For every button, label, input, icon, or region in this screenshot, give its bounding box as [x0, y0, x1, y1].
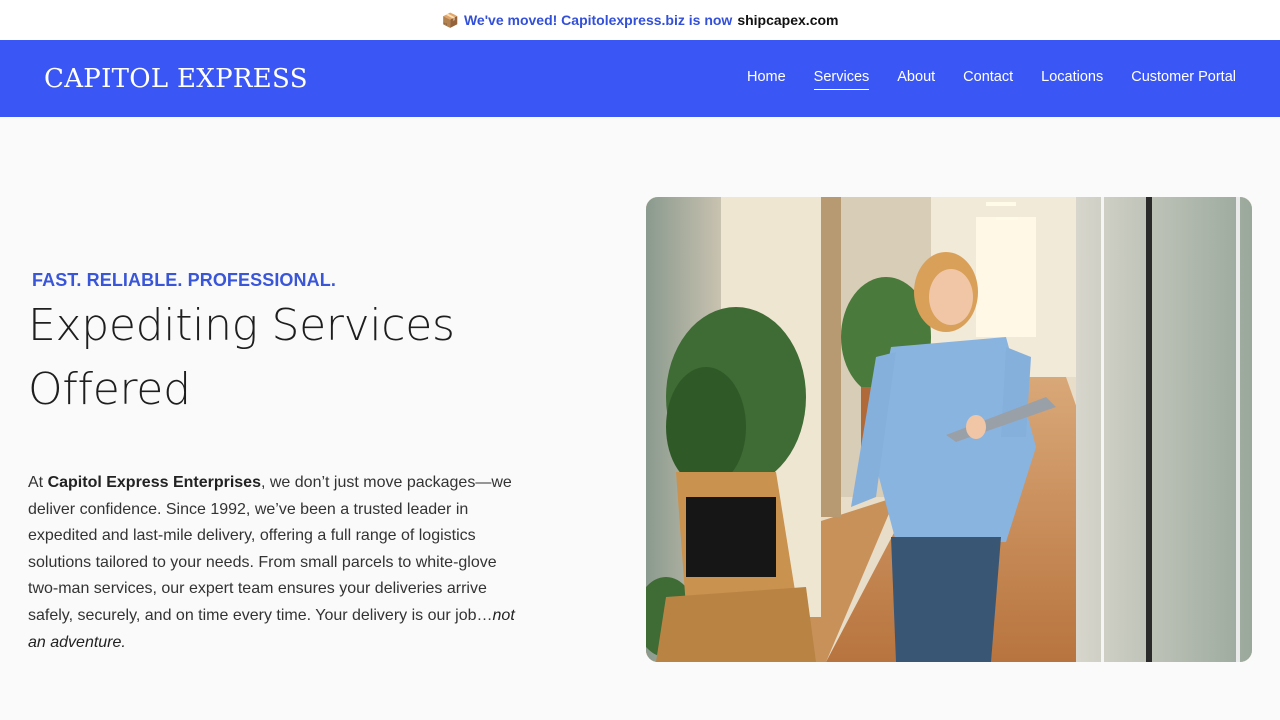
hero-description: At Capitol Express Enterprises, we don’t…: [28, 470, 528, 656]
hero-tagline: FAST. RELIABLE. PROFESSIONAL.: [32, 270, 336, 290]
desc-body: , we don’t just move packages—we deliver…: [28, 474, 512, 624]
nav-customer-portal[interactable]: Customer Portal: [1131, 67, 1236, 90]
new-domain-link[interactable]: shipcapex.com: [737, 12, 838, 28]
page-title: Expediting Services Offered: [28, 294, 548, 422]
page-title-line1: Expediting Services: [28, 300, 455, 351]
main-nav: Home Services About Contact Locations Cu…: [747, 67, 1236, 90]
nav-services[interactable]: Services: [813, 67, 870, 90]
hero-photo: [646, 197, 1252, 662]
announcement-bar: 📦 We've moved! Capitolexpress.biz is now…: [0, 0, 1280, 40]
page-title-line2: Offered: [28, 364, 191, 415]
hero-text: FAST. RELIABLE. PROFESSIONAL. Expediting…: [28, 270, 548, 656]
site-logo[interactable]: CAPITOL EXPRESS: [44, 64, 308, 94]
package-icon: 📦: [441, 12, 459, 28]
nav-contact[interactable]: Contact: [963, 67, 1013, 90]
nav-home[interactable]: Home: [747, 67, 786, 90]
site-header: CAPITOL EXPRESS Home Services About Cont…: [0, 40, 1280, 117]
desc-company: Capitol Express Enterprises: [47, 474, 261, 491]
nav-locations[interactable]: Locations: [1041, 67, 1103, 90]
announcement-text: We've moved! Capitolexpress.biz is now: [463, 12, 733, 28]
nav-about[interactable]: About: [897, 67, 935, 90]
desc-prefix: At: [28, 474, 48, 491]
